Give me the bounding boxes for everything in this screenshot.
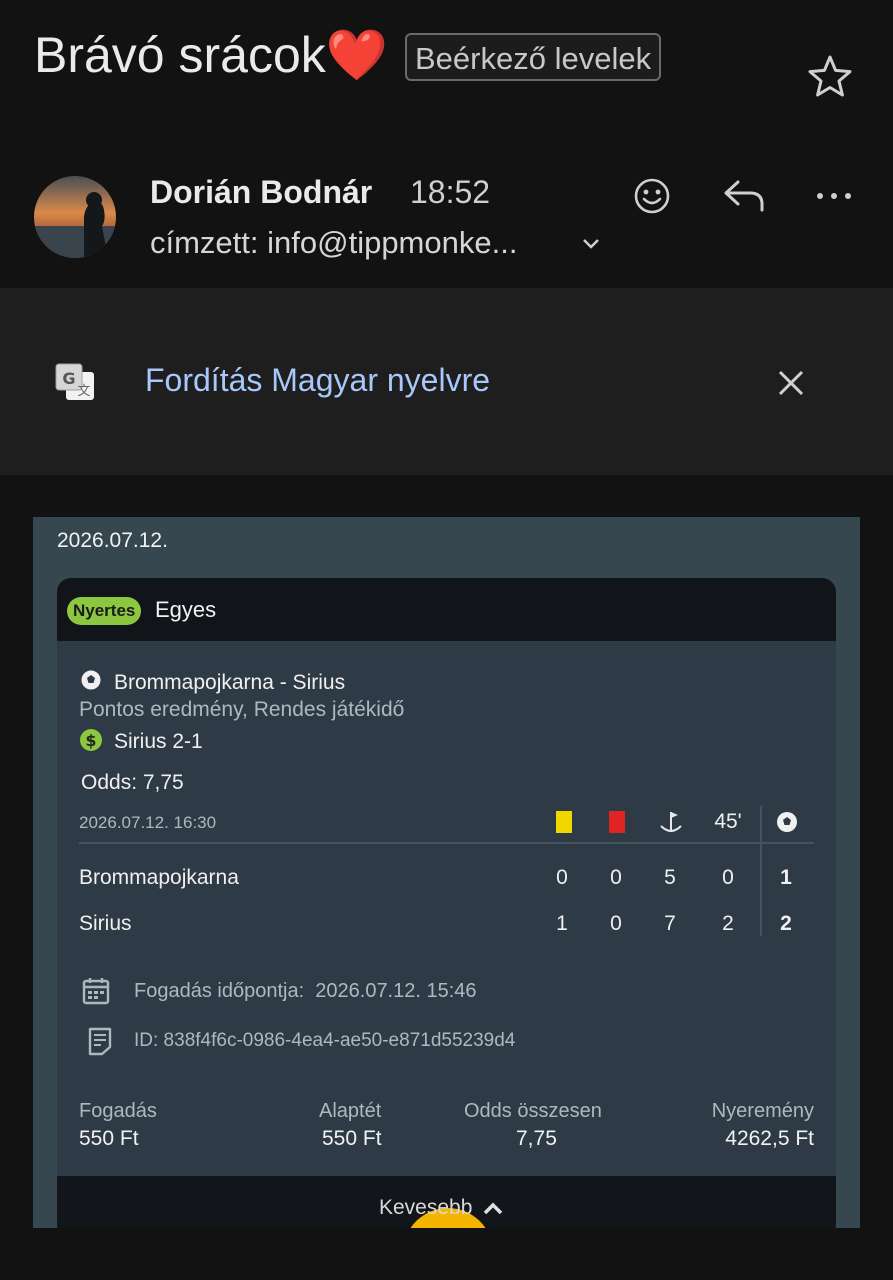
stake-value: 550 Ft xyxy=(79,1127,139,1150)
calendar-icon xyxy=(81,976,111,1006)
team-away-goals: 2 xyxy=(780,912,792,935)
close-icon[interactable] xyxy=(776,368,806,398)
stats-header-divider xyxy=(79,842,814,844)
team-away-halftime: 2 xyxy=(722,912,734,935)
bet-time: Fogadás időpontja: 2026.07.12. 15:46 xyxy=(134,980,477,1002)
show-less-button[interactable]: Kevesebb xyxy=(379,1196,504,1220)
team-home-name: Brommapojkarna xyxy=(79,866,239,889)
team-away-corners: 7 xyxy=(664,912,676,935)
team-away-yellow: 1 xyxy=(556,912,568,935)
bet-date: 2026.07.12. xyxy=(57,529,168,552)
base-stake-label: Alaptét xyxy=(319,1100,382,1122)
svg-text:G: G xyxy=(62,369,75,388)
recipient-line[interactable]: címzett: info@tippmonke... xyxy=(150,225,517,261)
stake-label: Fogadás xyxy=(79,1100,157,1122)
winnings-value: 4262,5 Ft xyxy=(725,1127,814,1150)
emoji-reaction-icon[interactable] xyxy=(632,176,672,216)
match-name: Brommapojkarna - Sirius xyxy=(114,671,346,694)
inbox-label-chip[interactable]: Beérkező levelek xyxy=(405,33,662,81)
sent-time: 18:52 xyxy=(410,174,491,210)
goals-ball-icon xyxy=(775,810,799,834)
yellow-card-icon xyxy=(556,811,572,833)
selection: Sirius 2-1 xyxy=(114,730,203,753)
translate-icon: G 文 xyxy=(52,360,98,404)
status-badge: Nyertes xyxy=(67,597,142,625)
team-away-red: 0 xyxy=(610,912,622,935)
chevron-down-icon[interactable] xyxy=(580,232,602,254)
chevron-up-icon xyxy=(484,1202,503,1215)
bet-type: Egyes xyxy=(155,597,217,622)
match-datetime: 2026.07.12. 16:30 xyxy=(79,813,217,832)
svg-text:$: $ xyxy=(85,731,96,750)
bet-id: ID: 838f4f6c-0986-4ea4-ae50-e871d55239d4 xyxy=(134,1030,516,1051)
red-card-icon xyxy=(609,811,625,833)
svg-text:文: 文 xyxy=(77,384,90,399)
team-home-yellow: 0 xyxy=(556,866,568,889)
team-home-halftime: 0 xyxy=(722,866,734,889)
translate-link[interactable]: Fordítás Magyar nyelvre xyxy=(145,362,490,399)
heart-emoji: ❤️ xyxy=(325,27,389,83)
team-home-goals: 1 xyxy=(780,866,792,889)
total-odds-value: 7,75 xyxy=(516,1127,557,1150)
team-away-name: Sirius xyxy=(79,912,132,935)
reply-icon[interactable] xyxy=(722,178,766,214)
sender-avatar[interactable] xyxy=(34,176,116,258)
winnings-label: Nyeremény xyxy=(711,1100,814,1122)
sender-name[interactable]: Dorián Bodnár xyxy=(150,174,372,211)
odds: Odds: 7,75 xyxy=(81,771,184,794)
more-options-icon[interactable] xyxy=(812,184,856,208)
market-name: Pontos eredmény, Rendes játékidő xyxy=(79,698,405,721)
team-home-corners: 5 xyxy=(664,866,676,889)
total-odds-label: Odds összesen xyxy=(464,1100,602,1122)
star-icon[interactable] xyxy=(806,52,854,100)
corner-flag-icon xyxy=(658,808,684,836)
team-home-red: 0 xyxy=(610,866,622,889)
email-subject: Brávó srácok❤️ xyxy=(34,27,389,83)
base-stake-value: 550 Ft xyxy=(322,1127,382,1150)
email-body: 2026.07.12. Nyertes Egyes Brommapojkarna… xyxy=(33,517,860,1228)
dollar-icon: $ xyxy=(79,728,103,752)
soccer-ball-icon xyxy=(79,668,103,692)
half-time-header: 45' xyxy=(714,810,742,833)
receipt-icon xyxy=(87,1026,113,1056)
bet-card: Nyertes Egyes Brommapojkarna - Sirius Po… xyxy=(57,578,836,1228)
